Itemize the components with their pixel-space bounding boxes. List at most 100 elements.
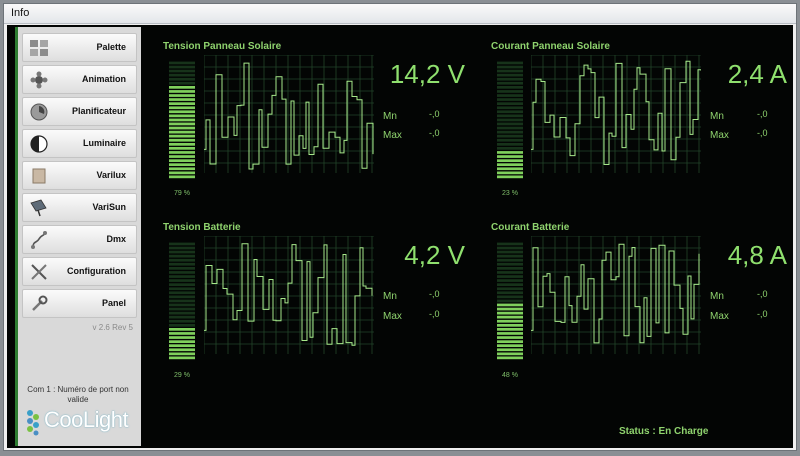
level-segment [497, 250, 523, 254]
title-bar[interactable]: Info [4, 4, 796, 24]
app-window: Info Palette Animation Planificateur Lum… [3, 3, 797, 451]
level-segment [169, 143, 195, 146]
min-value: -,0 [757, 289, 768, 299]
trend-graph [204, 236, 374, 354]
level-segment [497, 340, 523, 343]
level-segment [497, 328, 523, 331]
level-segment [497, 151, 523, 154]
level-segment [497, 246, 523, 250]
reading-value: 2,4 A [727, 59, 787, 89]
level-segment [169, 295, 195, 299]
level-segment [169, 81, 195, 85]
level-segment [497, 303, 523, 307]
level-segment [169, 147, 195, 150]
level-segment [497, 61, 523, 65]
luminaire-button[interactable]: Luminaire [22, 129, 137, 158]
planificateur-button[interactable]: Planificateur [22, 97, 137, 126]
max-label: Max [383, 311, 402, 322]
level-segment [169, 69, 195, 73]
tools-icon [31, 264, 47, 280]
max-value: -,0 [757, 128, 768, 138]
level-segment [169, 65, 195, 69]
main-area: Palette Animation Planificateur Luminair… [7, 25, 793, 448]
level-segment [497, 81, 523, 85]
min-value: -,0 [429, 289, 440, 299]
level-segment [169, 324, 195, 327]
palette-button[interactable]: Palette [22, 33, 137, 62]
level-percent: 79 % [174, 190, 190, 197]
level-segment [169, 340, 195, 343]
level-segment [169, 348, 195, 352]
level-segment [497, 299, 523, 303]
level-segment [169, 311, 195, 315]
trend-line [531, 60, 701, 165]
level-segment [497, 275, 523, 278]
max-label: Max [383, 130, 402, 141]
level-segment [497, 171, 523, 175]
panel-title: Tension Panneau Solaire [163, 41, 282, 52]
configuration-label: Configuration [67, 266, 126, 276]
level-segment [169, 61, 195, 65]
level-segment [497, 77, 523, 81]
palette-grid-icon [30, 40, 48, 56]
level-segment [169, 106, 195, 110]
configuration-button[interactable]: Configuration [22, 257, 137, 286]
min-value: -,0 [757, 109, 768, 119]
trend-graph [531, 236, 701, 354]
level-segment [497, 86, 523, 89]
min-label: Mn [383, 111, 397, 122]
coolight-logo: CooLight [24, 405, 136, 439]
level-percent: 23 % [502, 190, 518, 197]
level-segment [497, 126, 523, 130]
level-segment [497, 167, 523, 171]
trend-graph [531, 55, 701, 173]
level-segment [169, 159, 195, 162]
level-segment [169, 246, 195, 250]
level-segment [169, 336, 195, 339]
palette-label: Palette [96, 42, 126, 52]
level-segment [169, 114, 195, 118]
level-segment [169, 155, 195, 158]
level-segment [497, 106, 523, 110]
animation-button[interactable]: Animation [22, 65, 137, 94]
level-segment [497, 110, 523, 114]
level-segment [497, 344, 523, 347]
level-segment [497, 258, 523, 262]
level-segment [169, 167, 195, 171]
level-segment [169, 279, 195, 282]
level-segment [497, 336, 523, 339]
level-segment [497, 155, 523, 158]
level-segment [497, 356, 523, 360]
level-segment [497, 122, 523, 126]
animation-label: Animation [82, 74, 126, 84]
level-segment [169, 250, 195, 254]
level-segment [497, 65, 523, 69]
logo-text: CooLight [44, 407, 129, 432]
varilux-button[interactable]: Varilux [22, 161, 137, 190]
level-segment [497, 90, 523, 93]
panel-label: Panel [101, 298, 126, 308]
level-segment [497, 324, 523, 327]
level-segment [169, 102, 195, 105]
animation-icon [30, 71, 48, 89]
reading-value: 4,8 A [727, 240, 787, 270]
level-segment [497, 159, 523, 162]
level-segment [497, 283, 523, 286]
dmx-icon [31, 231, 47, 249]
dmx-button[interactable]: Dmx [22, 225, 137, 254]
level-segment [497, 254, 523, 258]
level-segment [497, 118, 523, 122]
panel-title: Courant Panneau Solaire [491, 41, 610, 52]
window-title: Info [11, 7, 30, 19]
panel-button[interactable]: Panel [22, 289, 137, 318]
charge-status: Status : En Charge [619, 426, 709, 437]
level-segment [497, 134, 523, 138]
level-segment [497, 175, 523, 179]
trend-graph [204, 55, 374, 173]
level-segment [497, 143, 523, 146]
level-segment [497, 138, 523, 142]
varisun-button[interactable]: VariSun [22, 193, 137, 222]
level-percent: 29 % [174, 372, 190, 379]
level-segment [497, 348, 523, 352]
reading-value: 4,2 V [404, 240, 465, 270]
